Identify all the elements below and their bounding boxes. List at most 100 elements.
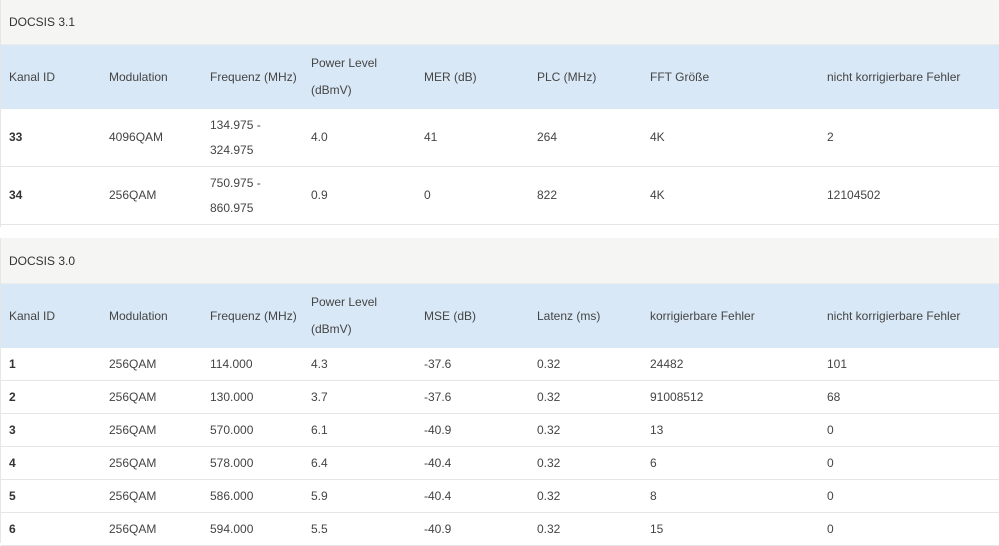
cell-uncorrectable: 12104502: [819, 166, 999, 225]
table-row: 5 256QAM 586.000 5.9 -40.4 0.32 8 0: [1, 479, 999, 513]
cell-uncorrectable: 0: [819, 512, 999, 546]
header-frequenz: Frequenz (MHz): [210, 69, 297, 84]
header-uncorrectable: nicht korrigierbare Fehler: [827, 69, 961, 84]
header-power-level-unit: (dBmV): [311, 83, 352, 97]
cell-kanal-id: 6: [1, 512, 101, 546]
table-row: 2 256QAM 130.000 3.7 -37.6 0.32 91008512…: [1, 380, 999, 414]
cell-modulation: 256QAM: [101, 380, 202, 414]
table-row: 4 256QAM 578.000 6.4 -40.4 0.32 6 0: [1, 446, 999, 480]
cell-power: 4.0: [303, 109, 416, 167]
cell-frequenz-start: 750.975 -: [210, 175, 261, 190]
cell-modulation: 4096QAM: [101, 109, 202, 167]
cell-uncorrectable: 0: [819, 479, 999, 513]
cell-frequenz: 134.975 - 324.975: [202, 109, 303, 167]
cell-modulation: 256QAM: [101, 166, 202, 225]
cell-mse: -40.9: [416, 413, 529, 447]
cell-frequenz: 578.000: [202, 446, 303, 480]
cell-mse: -40.9: [416, 512, 529, 546]
cell-latenz: 0.32: [529, 479, 642, 513]
header-modulation: Modulation: [109, 308, 168, 323]
cell-latenz: 0.32: [529, 512, 642, 546]
cell-plc: 822: [529, 166, 642, 225]
cell-kanal-id: 2: [1, 380, 101, 414]
cell-frequenz-start: 134.975 -: [210, 117, 261, 132]
cell-correctable: 91008512: [642, 380, 819, 414]
header-plc: PLC (MHz): [537, 69, 597, 84]
cell-kanal-id: 4: [1, 446, 101, 480]
docsis30-table: Kanal ID Modulation Frequenz (MHz) Power…: [1, 284, 999, 546]
docsis31-table: Kanal ID Modulation Frequenz (MHz) Power…: [1, 45, 999, 225]
cell-correctable: 15: [642, 512, 819, 546]
cell-power: 6.4: [303, 446, 416, 480]
header-power-level-label: Power Level: [311, 295, 378, 309]
header-mse: MSE (dB): [424, 308, 477, 323]
cell-plc: 264: [529, 109, 642, 167]
cell-uncorrectable: 0: [819, 446, 999, 480]
cell-mse: -40.4: [416, 446, 529, 480]
cell-kanal-id: 1: [1, 348, 101, 381]
cell-uncorrectable: 2: [819, 109, 999, 167]
cell-mse: -37.6: [416, 348, 529, 381]
cell-frequenz: 570.000: [202, 413, 303, 447]
header-power-level: Power Level (dBmV): [303, 284, 416, 348]
cell-power: 5.5: [303, 512, 416, 546]
cell-mer: 0: [416, 166, 529, 225]
docsis31-header-row: Kanal ID Modulation Frequenz (MHz) Power…: [1, 45, 999, 109]
docsis30-panel: DOCSIS 3.0 Kanal ID Modulation Frequenz …: [0, 238, 999, 546]
cell-frequenz: 130.000: [202, 380, 303, 414]
cell-frequenz: 586.000: [202, 479, 303, 513]
docsis30-header-row: Kanal ID Modulation Frequenz (MHz) Power…: [1, 284, 999, 348]
header-power-level-label: Power Level: [311, 56, 378, 70]
header-kanal-id: Kanal ID: [9, 308, 56, 323]
table-row: 1 256QAM 114.000 4.3 -37.6 0.32 24482 10…: [1, 348, 999, 381]
header-power-level-unit: (dBmV): [311, 322, 352, 336]
cell-kanal-id: 33: [1, 109, 101, 167]
cell-modulation: 256QAM: [101, 512, 202, 546]
cell-power: 6.1: [303, 413, 416, 447]
docsis31-title: DOCSIS 3.1: [1, 0, 999, 45]
docsis31-panel: DOCSIS 3.1 Kanal ID Modulation Frequenz …: [0, 0, 999, 227]
cell-mer: 41: [416, 109, 529, 167]
cell-latenz: 0.32: [529, 446, 642, 480]
cell-correctable: 6: [642, 446, 819, 480]
cell-kanal-id: 5: [1, 479, 101, 513]
header-uncorrectable: nicht korrigierbare Fehler: [827, 308, 961, 323]
table-row: 33 4096QAM 134.975 - 324.975 4.0 41 264 4…: [1, 109, 999, 167]
cell-latenz: 0.32: [529, 413, 642, 447]
cell-power: 3.7: [303, 380, 416, 414]
cell-frequenz: 750.975 - 860.975: [202, 166, 303, 225]
cell-kanal-id: 3: [1, 413, 101, 447]
cell-correctable: 24482: [642, 348, 819, 381]
cell-mse: -40.4: [416, 479, 529, 513]
header-latenz: Latenz (ms): [537, 308, 601, 323]
cell-uncorrectable: 0: [819, 413, 999, 447]
table-row: 3 256QAM 570.000 6.1 -40.9 0.32 13 0: [1, 413, 999, 447]
cell-power: 4.3: [303, 348, 416, 381]
cell-modulation: 256QAM: [101, 348, 202, 381]
cell-frequenz-end: 860.975: [210, 200, 254, 215]
cell-kanal-id: 34: [1, 166, 101, 225]
cell-correctable: 8: [642, 479, 819, 513]
cell-uncorrectable: 68: [819, 380, 999, 414]
cell-modulation: 256QAM: [101, 413, 202, 447]
header-mer: MER (dB): [424, 69, 477, 84]
cell-fft: 4K: [642, 109, 819, 167]
header-modulation: Modulation: [109, 69, 168, 84]
cell-correctable: 13: [642, 413, 819, 447]
cell-latenz: 0.32: [529, 348, 642, 381]
cell-mse: -37.6: [416, 380, 529, 414]
header-fft: FFT Größe: [650, 69, 710, 84]
cell-latenz: 0.32: [529, 380, 642, 414]
cell-frequenz-end: 324.975: [210, 142, 254, 157]
cell-power: 0.9: [303, 166, 416, 225]
header-power-level: Power Level (dBmV): [303, 45, 416, 109]
header-correctable: korrigierbare Fehler: [650, 308, 755, 323]
table-row: 6 256QAM 594.000 5.5 -40.9 0.32 15 0: [1, 512, 999, 546]
cell-power: 5.9: [303, 479, 416, 513]
cell-modulation: 256QAM: [101, 479, 202, 513]
table-row: 34 256QAM 750.975 -860.975 0.9 0 822 4K …: [1, 166, 999, 225]
cell-modulation: 256QAM: [101, 446, 202, 480]
docsis30-title: DOCSIS 3.0: [1, 238, 999, 284]
header-kanal-id: Kanal ID: [9, 69, 56, 84]
cell-uncorrectable: 101: [819, 348, 999, 381]
